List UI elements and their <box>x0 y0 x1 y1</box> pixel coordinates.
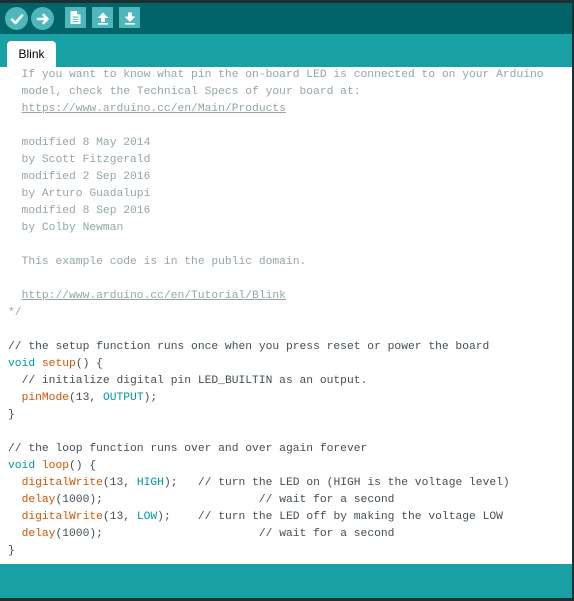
code-editor[interactable]: If you want to know what pin the on-boar… <box>0 67 574 564</box>
code-function: pinMode <box>21 392 70 404</box>
comment-text: */ <box>8 307 22 319</box>
code-line: modified 2 Sep 2016 <box>8 169 544 186</box>
code-line: modified 8 May 2014 <box>8 135 544 152</box>
code-line: by Colby Newman <box>8 220 544 237</box>
new-sketch-button[interactable] <box>65 7 86 28</box>
code-line: If you want to know what pin the on-boar… <box>8 67 544 84</box>
code-token: ); <box>163 477 198 489</box>
code-line: // the loop function runs over and over … <box>8 441 544 458</box>
upload-button[interactable] <box>31 7 54 30</box>
arrow-down-icon <box>124 12 135 25</box>
code-text[interactable]: If you want to know what pin the on-boar… <box>8 67 544 560</box>
comment-text: by Arturo Guadalupi <box>8 188 151 200</box>
arrow-up-icon <box>97 12 108 25</box>
code-constant: OUTPUT <box>102 392 144 404</box>
checkmark-icon <box>10 13 23 24</box>
verify-button[interactable] <box>5 7 28 30</box>
code-line: void setup() { <box>8 356 544 373</box>
comment-text: modified 2 Sep 2016 <box>8 171 151 183</box>
tab-blink[interactable]: Blink <box>7 41 56 67</box>
comment-text: If you want to know what pin the on-boar… <box>8 69 544 81</box>
code-line: modified 8 Sep 2016 <box>8 203 544 220</box>
comment-text: modified 8 May 2014 <box>8 137 151 149</box>
comment-text: by Colby Newman <box>8 222 124 234</box>
open-button[interactable] <box>92 7 113 28</box>
code-line: delay(1000); // wait for a second <box>8 526 544 543</box>
comment-text: by Scott Fitzgerald <box>8 154 151 166</box>
comment-link[interactable]: https://www.arduino.cc/en/Main/Products <box>22 103 286 115</box>
code-token: } <box>8 409 15 421</box>
code-token: ); <box>157 511 198 523</box>
code-comment: // turn the LED on (HIGH is the voltage … <box>197 477 510 489</box>
code-function: setup <box>41 358 76 370</box>
comment-text <box>8 290 22 302</box>
code-function: loop <box>41 460 70 472</box>
code-line: void loop() { <box>8 458 544 475</box>
code-constant: LOW <box>136 511 158 523</box>
comment-text: This example code is in the public domai… <box>8 256 307 268</box>
code-line: */ <box>8 305 544 322</box>
code-token: (13, <box>102 511 137 523</box>
code-comment: // the setup function runs once when you… <box>8 341 490 353</box>
code-token: (1000); <box>55 528 259 540</box>
code-line: // the setup function runs once when you… <box>8 339 544 356</box>
code-line: } <box>8 407 544 424</box>
code-keyword: void <box>8 460 36 472</box>
code-line: } <box>8 543 544 560</box>
code-line: digitalWrite(13, LOW); // turn the LED o… <box>8 509 544 526</box>
save-button[interactable] <box>119 7 140 28</box>
code-function: digitalWrite <box>21 477 103 489</box>
code-comment: // wait for a second <box>258 528 395 540</box>
code-line: by Arturo Guadalupi <box>8 186 544 203</box>
code-line: model, check the Technical Specs of your… <box>8 84 544 101</box>
code-keyword: void <box>8 358 36 370</box>
code-line: digitalWrite(13, HIGH); // turn the LED … <box>8 475 544 492</box>
code-line: https://www.arduino.cc/en/Main/Products <box>8 101 544 118</box>
code-function: digitalWrite <box>21 511 103 523</box>
comment-text <box>8 103 22 115</box>
code-line: by Scott Fitzgerald <box>8 152 544 169</box>
comment-link[interactable]: http://www.arduino.cc/en/Tutorial/Blink <box>22 290 286 302</box>
code-line: http://www.arduino.cc/en/Tutorial/Blink <box>8 288 544 305</box>
code-constant: HIGH <box>136 477 164 489</box>
code-token: (13, <box>69 392 103 404</box>
code-function: delay <box>21 494 56 506</box>
code-token: (1000); <box>55 494 259 506</box>
code-comment: // wait for a second <box>258 494 395 506</box>
code-line: // initialize digital pin LED_BUILTIN as… <box>8 373 544 390</box>
code-token: () { <box>69 460 97 472</box>
arrow-right-icon <box>36 13 49 24</box>
status-bar <box>0 564 574 598</box>
code-comment: // the loop function runs over and over … <box>8 443 368 455</box>
code-line: pinMode(13, OUTPUT); <box>8 390 544 407</box>
tab-bar: Blink <box>0 34 574 67</box>
code-line: This example code is in the public domai… <box>8 254 544 271</box>
code-comment: // initialize digital pin LED_BUILTIN as… <box>21 375 368 387</box>
code-token: } <box>8 545 15 557</box>
code-comment: // turn the LED off by making the voltag… <box>197 511 503 523</box>
code-token: ); <box>143 392 158 404</box>
new-file-icon <box>70 11 81 24</box>
comment-text: model, check the Technical Specs of your… <box>8 86 361 98</box>
code-token: () { <box>75 358 103 370</box>
toolbar <box>0 3 574 34</box>
code-line: delay(1000); // wait for a second <box>8 492 544 509</box>
code-token: (13, <box>102 477 137 489</box>
comment-text: modified 8 Sep 2016 <box>8 205 151 217</box>
code-function: delay <box>21 528 56 540</box>
